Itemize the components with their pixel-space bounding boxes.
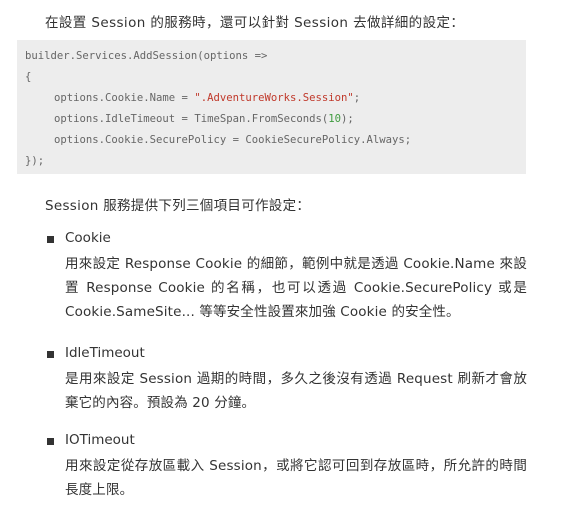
list-item-body: 用來設定從存放區載入 Session，或將它認可回到存放區時，所允許的時間長度上… <box>65 458 527 498</box>
list-item-body: 用來設定 Response Cookie 的細節，範例中就是透過 Cookie.… <box>65 256 527 320</box>
code-line-3: options.Cookie.Name = ".AdventureWorks.S… <box>54 91 360 105</box>
square-bullet-icon <box>47 236 54 243</box>
code-text: ; <box>353 92 361 104</box>
square-bullet-icon <box>47 438 54 445</box>
code-block: builder.Services.AddSession(options => {… <box>17 40 526 174</box>
code-line-2: { <box>25 71 32 83</box>
list-item-iotimeout: IOTimeout 用來設定從存放區載入 Session，或將它認可回到存放區時… <box>45 432 535 502</box>
list-item-head: IOTimeout <box>45 432 535 454</box>
list-item-title: IdleTimeout <box>65 345 145 361</box>
list-item-head: Cookie <box>45 230 535 252</box>
code-line-4: options.IdleTimeout = TimeSpan.FromSecon… <box>54 112 354 126</box>
code-text: options.IdleTimeout = TimeSpan.FromSecon… <box>54 113 329 125</box>
list-item-idletimeout: IdleTimeout 是用來設定 Session 過期的時間，多久之後沒有透過… <box>45 345 535 415</box>
square-bullet-icon <box>47 351 54 358</box>
lead-paragraph: Session 服務提供下列三個項目可作設定： <box>45 198 311 214</box>
list-item-title: IOTimeout <box>65 432 135 448</box>
list-item-title: Cookie <box>65 230 111 246</box>
code-string-literal: ".AdventureWorks.Session" <box>194 92 354 104</box>
code-line-6: }); <box>25 155 45 167</box>
list-item-head: IdleTimeout <box>45 345 535 367</box>
code-line-5: options.Cookie.SecurePolicy = CookieSecu… <box>54 134 412 146</box>
code-line-1: builder.Services.AddSession(options => <box>25 50 268 62</box>
code-text: ); <box>341 113 354 125</box>
code-number-literal: 10 <box>328 113 342 125</box>
list-item-body: 是用來設定 Session 過期的時間，多久之後沒有透過 Request 刷新才… <box>65 371 527 411</box>
intro-paragraph: 在設置 Session 的服務時，還可以針對 Session 去做詳細的設定： <box>45 15 465 31</box>
code-text: options.Cookie.Name = <box>54 92 195 104</box>
list-item-cookie: Cookie 用來設定 Response Cookie 的細節，範例中就是透過 … <box>45 230 535 324</box>
